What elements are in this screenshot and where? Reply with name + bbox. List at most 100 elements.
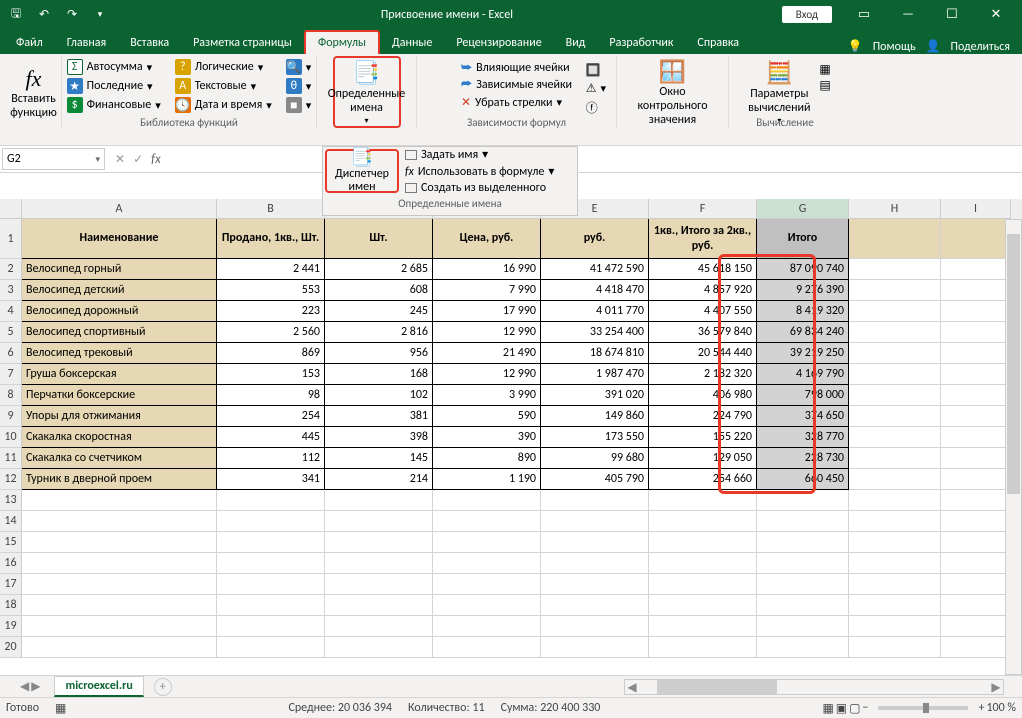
cell[interactable] — [941, 301, 1011, 322]
cell[interactable] — [941, 427, 1011, 448]
macro-icon[interactable]: ▦ — [55, 701, 66, 716]
calc-now-icon[interactable]: ▦ — [819, 62, 830, 77]
cell[interactable] — [849, 637, 941, 658]
tab-file[interactable]: Файл — [4, 32, 55, 54]
cell[interactable] — [325, 532, 433, 553]
cell[interactable] — [433, 574, 541, 595]
cell[interactable] — [217, 490, 325, 511]
cell-value[interactable]: 4 407 550 — [649, 301, 757, 322]
cell[interactable] — [22, 574, 217, 595]
cell[interactable] — [433, 511, 541, 532]
cell[interactable] — [849, 595, 941, 616]
cell[interactable] — [217, 595, 325, 616]
cell[interactable] — [22, 616, 217, 637]
cell[interactable] — [22, 511, 217, 532]
row-header-2[interactable]: 2 — [0, 259, 22, 280]
cell[interactable] — [757, 532, 849, 553]
cell[interactable] — [849, 553, 941, 574]
cell[interactable] — [941, 553, 1011, 574]
sheet-next-icon[interactable]: ▶ — [31, 679, 40, 694]
formula-input[interactable] — [171, 148, 1022, 170]
row-header-15[interactable]: 15 — [0, 532, 22, 553]
cell-value[interactable]: 214 — [325, 469, 433, 490]
text-button[interactable]: AТекстовые ▾ — [171, 77, 276, 95]
cell[interactable] — [325, 574, 433, 595]
cell-name[interactable]: Упоры для отжимания — [22, 406, 217, 427]
zoom-in-icon[interactable]: + — [978, 701, 984, 715]
cell[interactable] — [849, 532, 941, 553]
cell-value[interactable]: 1 190 — [433, 469, 541, 490]
cell[interactable] — [941, 532, 1011, 553]
cell-value[interactable]: 69 834 240 — [757, 322, 849, 343]
cell-value[interactable]: 228 730 — [757, 448, 849, 469]
autosum-button[interactable]: ΣАвтосумма ▾ — [63, 58, 165, 76]
cell-name[interactable]: Перчатки боксерские — [22, 385, 217, 406]
row-header-10[interactable]: 10 — [0, 427, 22, 448]
cell-name[interactable]: Велосипед дорожный — [22, 301, 217, 322]
cell-value[interactable]: 12 990 — [433, 364, 541, 385]
cell-value[interactable]: 149 860 — [541, 406, 649, 427]
cell[interactable] — [941, 448, 1011, 469]
math-button[interactable]: θ ▾ — [282, 77, 316, 95]
cell[interactable] — [649, 616, 757, 637]
cell-value[interactable]: 168 — [325, 364, 433, 385]
watch-window-button[interactable]: 🪟 Окно контрольного значения — [639, 56, 707, 128]
cell[interactable] — [849, 280, 941, 301]
cell[interactable] — [433, 532, 541, 553]
cell-name[interactable]: Велосипед детский — [22, 280, 217, 301]
cell[interactable] — [941, 219, 1011, 259]
tab-help[interactable]: Справка — [685, 32, 751, 54]
cell[interactable] — [849, 490, 941, 511]
cell-value[interactable]: 153 — [217, 364, 325, 385]
row-header-20[interactable]: 20 — [0, 637, 22, 658]
tab-view[interactable]: Вид — [554, 32, 598, 54]
header-cell[interactable]: Продано, 1кв., Шт. — [217, 219, 325, 259]
cell[interactable] — [217, 511, 325, 532]
cell[interactable] — [541, 616, 649, 637]
cell-value[interactable]: 798 000 — [757, 385, 849, 406]
row-header-19[interactable]: 19 — [0, 616, 22, 637]
header-cell[interactable]: 1кв., Итого за 2кв., руб. — [649, 219, 757, 259]
cell-name[interactable]: Скакалка со счетчиком — [22, 448, 217, 469]
cell[interactable] — [433, 637, 541, 658]
cell[interactable] — [757, 637, 849, 658]
cell-value[interactable]: 956 — [325, 343, 433, 364]
cell-value[interactable]: 405 790 — [541, 469, 649, 490]
sheet-prev-icon[interactable]: ◀ — [20, 679, 29, 694]
vertical-scrollbar[interactable] — [1005, 219, 1022, 675]
cell-value[interactable]: 45 618 150 — [649, 259, 757, 280]
cell-value[interactable]: 12 990 — [433, 322, 541, 343]
cell[interactable] — [22, 595, 217, 616]
cell[interactable] — [849, 219, 941, 259]
cell[interactable] — [849, 259, 941, 280]
row-header-14[interactable]: 14 — [0, 511, 22, 532]
cell[interactable] — [541, 574, 649, 595]
enter-formula-icon[interactable]: ✓ — [133, 152, 143, 167]
cell-value[interactable]: 17 990 — [433, 301, 541, 322]
cell-value[interactable]: 398 — [325, 427, 433, 448]
fx-icon[interactable]: fx — [151, 152, 161, 167]
zoom-thumb[interactable] — [923, 703, 929, 713]
cell[interactable] — [941, 469, 1011, 490]
cell[interactable] — [217, 574, 325, 595]
cell-value[interactable]: 36 579 840 — [649, 322, 757, 343]
cell-value[interactable]: 3 990 — [433, 385, 541, 406]
cell[interactable] — [849, 406, 941, 427]
row-header-8[interactable]: 8 — [0, 385, 22, 406]
cell[interactable] — [541, 595, 649, 616]
cell-value[interactable]: 21 490 — [433, 343, 541, 364]
cell[interactable] — [541, 637, 649, 658]
maximize-icon[interactable]: ☐ — [930, 4, 974, 26]
cell-value[interactable]: 4 011 770 — [541, 301, 649, 322]
cell[interactable] — [22, 553, 217, 574]
header-cell[interactable]: Итого — [757, 219, 849, 259]
header-cell[interactable]: руб. — [541, 219, 649, 259]
cell[interactable] — [649, 553, 757, 574]
share-label[interactable]: Поделиться — [951, 40, 1010, 54]
cell-value[interactable]: 145 — [325, 448, 433, 469]
cell[interactable] — [22, 490, 217, 511]
cell-value[interactable]: 33 254 400 — [541, 322, 649, 343]
row-header-6[interactable]: 6 — [0, 343, 22, 364]
cell-value[interactable]: 4 857 920 — [649, 280, 757, 301]
login-button[interactable]: Вход — [782, 6, 832, 23]
